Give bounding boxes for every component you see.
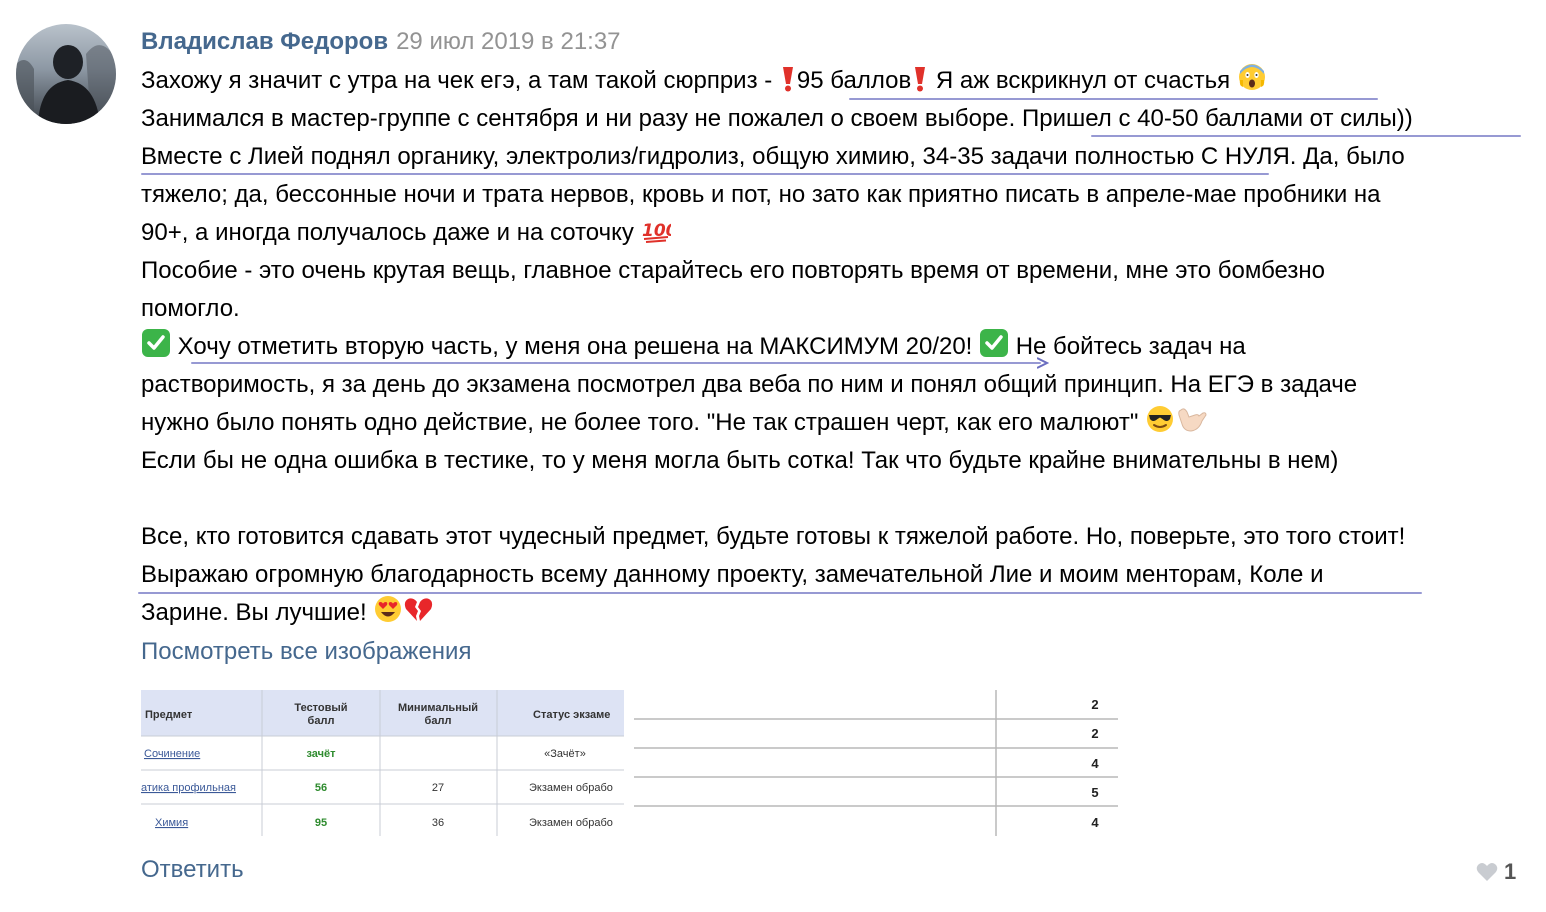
post-text: Захожу я значит с утра на чек егэ, а там… — [138, 62, 1531, 632]
post-line-3: Вместе с Лией поднял органику, электроли… — [141, 138, 1531, 176]
post-line-14: Зарине. Вы лучшие! — [141, 594, 1531, 632]
grades-table: 2 2 4 5 4 — [634, 690, 1118, 836]
post-line-9: растворимость, я за день до экзамена пос… — [141, 371, 1358, 398]
results-table-image[interactable]: Предмет Тестовый балл Минимальный балл С… — [141, 690, 624, 836]
post-line-4: тяжело; да, бессонные ночи и трата нерво… — [141, 181, 1381, 208]
avatar[interactable] — [16, 24, 116, 124]
heart-icon — [1476, 862, 1498, 888]
header-cell: Предмет — [145, 709, 193, 721]
min-score-cell: 27 — [432, 782, 444, 794]
header-cell: Тестовый — [294, 702, 347, 714]
score-cell: 95 — [315, 817, 327, 829]
grade-cell: 2 — [1091, 697, 1098, 712]
post-line-13: Выражаю огромную благодарность всему дан… — [138, 556, 1531, 594]
post-header: Владислав Федоров 29 июл 2019 в 21:37 — [141, 27, 621, 57]
header-cell: Минимальный — [398, 702, 478, 714]
grade-cell: 4 — [1091, 756, 1099, 771]
hundred-points-icon: 100 — [641, 214, 677, 256]
post-line-8: Хочу отметить вторую часть, у меня она р… — [141, 328, 1531, 369]
post-line-11: Если бы не одна ошибка в тестике, то у м… — [141, 447, 1339, 474]
author-name[interactable]: Владислав Федоров — [141, 28, 388, 55]
underline-mark — [1091, 135, 1521, 137]
post-line-10: нужно было понять одно действие, не боле… — [141, 404, 1531, 442]
underline-mark — [191, 362, 1041, 364]
post-date[interactable]: 29 июл 2019 в 21:37 — [396, 28, 620, 55]
header-cell: балл — [425, 715, 452, 727]
avatar-photo — [16, 45, 116, 124]
grade-cell: 2 — [1091, 726, 1098, 741]
results-table: Предмет Тестовый балл Минимальный балл С… — [141, 690, 624, 836]
broken-heart-icon — [403, 594, 433, 636]
subject-link[interactable]: атика профильная — [141, 782, 236, 794]
post-line-2: Занимался в мастер-группе с сентября и н… — [141, 100, 1531, 138]
reply-button[interactable]: Ответить — [141, 855, 244, 885]
header-cell: Статус экзаме — [533, 709, 610, 721]
grade-cell: 4 — [1091, 815, 1099, 830]
view-all-images-link[interactable]: Посмотреть все изображения — [141, 637, 471, 667]
header-cell: балл — [308, 715, 335, 727]
call-me-hand-icon — [1175, 404, 1207, 446]
grades-table-image[interactable]: 2 2 4 5 4 — [634, 690, 1118, 836]
exclamation-icon — [779, 66, 797, 104]
underline-mark — [141, 173, 1269, 175]
grade-cell: 5 — [1091, 785, 1098, 800]
score-cell: зачёт — [306, 748, 336, 760]
min-score-cell: 36 — [432, 817, 444, 829]
post-line-7: помогло. — [141, 295, 240, 322]
status-cell: Экзамен обрабо — [529, 782, 613, 794]
subject-link[interactable]: Сочинение — [144, 748, 200, 760]
post-line-12: Все, кто готовится сдавать этот чудесный… — [141, 523, 1406, 550]
post-line-1: Захожу я значит с утра на чек егэ, а там… — [141, 62, 1531, 100]
score-cell: 56 — [315, 782, 327, 794]
status-cell: Экзамен обрабо — [529, 817, 613, 829]
heart-eyes-emoji-icon — [373, 594, 403, 636]
subject-link[interactable]: Химия — [155, 817, 188, 829]
like-count: 1 — [1504, 859, 1517, 884]
post-line-6: Пособие - это очень крутая вещь, главное… — [141, 257, 1325, 284]
sunglasses-emoji-icon — [1145, 404, 1175, 446]
like-button[interactable]: 1 — [1476, 859, 1516, 888]
post-line-5: 90+, а иногда получалось даже и на соточ… — [141, 214, 1531, 252]
status-cell: «Зачёт» — [544, 748, 586, 760]
check-mark-icon — [141, 328, 171, 370]
